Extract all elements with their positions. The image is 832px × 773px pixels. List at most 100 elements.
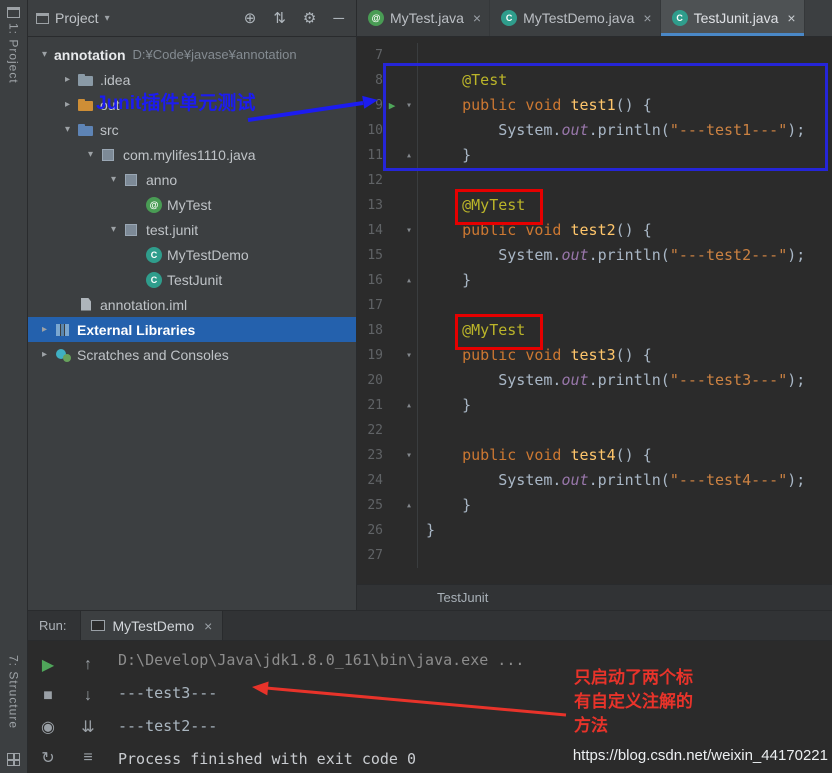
line-number: 26	[367, 523, 383, 538]
line-number: 7	[375, 48, 383, 63]
filter-icon[interactable]: ⇅	[273, 11, 286, 26]
run-tab-label: MyTestDemo	[112, 617, 195, 634]
tree-item-scratches-and-consoles[interactable]: ▸ Scratches and Consoles	[28, 342, 356, 367]
gutter-spacer	[383, 368, 401, 393]
close-icon[interactable]: ×	[643, 10, 651, 26]
line-number: 13	[367, 198, 383, 213]
tree-item-mytestdemo[interactable]: C MyTestDemo	[28, 242, 356, 267]
chevron-icon[interactable]: ▸	[35, 324, 54, 335]
chevron-icon[interactable]: ▾	[58, 124, 77, 135]
chevron-icon[interactable]: ▸	[58, 74, 77, 85]
file-icon	[77, 297, 95, 313]
down-stack-trace-icon[interactable]: ↓	[68, 680, 108, 711]
tree-item-idea[interactable]: ▸ .idea	[28, 67, 356, 92]
gutter-spacer	[401, 318, 418, 343]
tree-item-label: MyTestDemo	[167, 246, 249, 263]
scratch-icon	[54, 347, 72, 363]
code-line-24: 24 System.out.println("---test4---");	[357, 468, 832, 493]
run-panel-header: Run: MyTestDemo ×	[28, 611, 832, 641]
package-icon	[100, 147, 118, 163]
line-number: 14	[367, 223, 383, 238]
line-number: 22	[367, 423, 383, 438]
tree-item-label: .idea	[100, 71, 131, 88]
toolwindow-switcher-icon[interactable]	[7, 753, 20, 766]
gutter-spacer	[383, 293, 401, 318]
tree-item-annotation[interactable]: ▾ annotation D:¥Code¥javase¥annotation	[28, 42, 356, 67]
annotation-icon: @	[146, 196, 162, 213]
project-path: D:¥Code¥javase¥annotation	[132, 47, 297, 62]
tab-testjunit-java[interactable]: C TestJunit.java ×	[660, 0, 805, 36]
up-stack-trace-icon[interactable]: ↑	[68, 649, 108, 680]
run-tab-mytestdemo[interactable]: MyTestDemo ×	[80, 611, 224, 640]
fold-close-icon[interactable]: ▴	[401, 393, 418, 418]
close-icon[interactable]: ×	[787, 10, 795, 26]
folder-src-icon	[77, 122, 95, 138]
gutter-spacer	[383, 193, 401, 218]
fold-close-icon[interactable]: ▴	[401, 493, 418, 518]
project-toolwindow-icon	[7, 7, 20, 18]
tab-mytest-java[interactable]: @ MyTest.java ×	[357, 0, 491, 36]
tree-item-label: src	[100, 121, 119, 138]
code-line-20: 20 System.out.println("---test3---");	[357, 368, 832, 393]
project-view-selector[interactable]: Project ▾	[36, 10, 110, 26]
chevron-icon[interactable]: ▾	[81, 149, 100, 160]
class-icon: C	[671, 10, 688, 26]
project-view-icon	[36, 12, 49, 24]
tab-mytestdemo-java[interactable]: C MyTestDemo.java ×	[490, 0, 661, 36]
gutter-spacer	[401, 543, 418, 568]
close-icon[interactable]: ×	[473, 10, 481, 26]
tree-item-external-libraries[interactable]: ▸ External Libraries	[28, 317, 356, 342]
tree-item-label: MyTest	[167, 196, 212, 213]
line-number: 25	[367, 498, 383, 513]
project-stripe-button[interactable]: 1: Project	[0, 7, 27, 84]
stop-icon[interactable]: ■	[28, 680, 68, 711]
rerun-icon[interactable]: ▶	[28, 649, 68, 680]
chevron-down-icon: ▾	[104, 12, 110, 24]
tree-item-label: annotation	[54, 46, 126, 63]
restore-layout-icon[interactable]: ↻	[28, 742, 68, 773]
chevron-icon[interactable]: ▾	[104, 174, 123, 185]
scroll-to-end-icon[interactable]: ⇊	[68, 711, 108, 742]
project-tree: ▾ annotation D:¥Code¥javase¥annotation ▸ .id…	[28, 42, 356, 367]
tree-item-com-mylifes1110-java[interactable]: ▾ com.mylifes1110.java	[28, 142, 356, 167]
tree-item-annotation-iml[interactable]: annotation.iml	[28, 292, 356, 317]
settings-gear-icon[interactable]: ⚙	[303, 11, 316, 26]
tree-item-testjunit[interactable]: C TestJunit	[28, 267, 356, 292]
fold-open-icon[interactable]: ▾	[401, 343, 418, 368]
code-line-26: 26}	[357, 518, 832, 543]
line-number: 12	[367, 173, 383, 188]
code-line-18: 18 @MyTest	[357, 318, 832, 343]
code-text: }	[426, 496, 472, 514]
gutter-spacer	[383, 168, 401, 193]
dump-threads-icon[interactable]: ◉	[28, 711, 68, 742]
line-number: 24	[367, 473, 383, 488]
chevron-icon[interactable]: ▸	[35, 349, 54, 360]
console-line: ---test3---	[118, 684, 218, 702]
fold-open-icon[interactable]: ▾	[401, 443, 418, 468]
chevron-icon[interactable]: ▾	[35, 49, 54, 60]
gutter-spacer	[383, 443, 401, 468]
breadcrumb-item[interactable]: TestJunit	[437, 590, 488, 605]
annotation-red-box-1	[455, 189, 543, 225]
tree-item-src[interactable]: ▾ src	[28, 117, 356, 142]
tree-item-mytest[interactable]: @ MyTest	[28, 192, 356, 217]
gutter-spacer	[401, 293, 418, 318]
fold-close-icon[interactable]: ▴	[401, 268, 418, 293]
structure-stripe-button[interactable]: 7: Structure	[0, 655, 27, 729]
gutter-spacer	[383, 218, 401, 243]
fold-open-icon[interactable]: ▾	[401, 218, 418, 243]
line-number: 16	[367, 273, 383, 288]
hide-panel-icon[interactable]: ─	[333, 11, 344, 26]
tab-label: TestJunit.java	[693, 10, 779, 26]
code-line-25: 25 ▴ }	[357, 493, 832, 518]
tree-item-label: anno	[146, 171, 178, 188]
chevron-icon[interactable]: ▸	[58, 99, 77, 110]
project-panel-header: Project ▾ ⊕ ⇅ ⚙ ─	[28, 0, 357, 36]
tree-item-test-junit[interactable]: ▾ test.junit	[28, 217, 356, 242]
chevron-icon[interactable]: ▾	[104, 224, 123, 235]
close-icon[interactable]: ×	[204, 618, 212, 634]
soft-wrap-icon[interactable]: ≡	[68, 742, 108, 773]
tree-item-anno[interactable]: ▾ anno	[28, 167, 356, 192]
code-line-21: 21 ▴ }	[357, 393, 832, 418]
locate-file-icon[interactable]: ⊕	[244, 11, 257, 26]
